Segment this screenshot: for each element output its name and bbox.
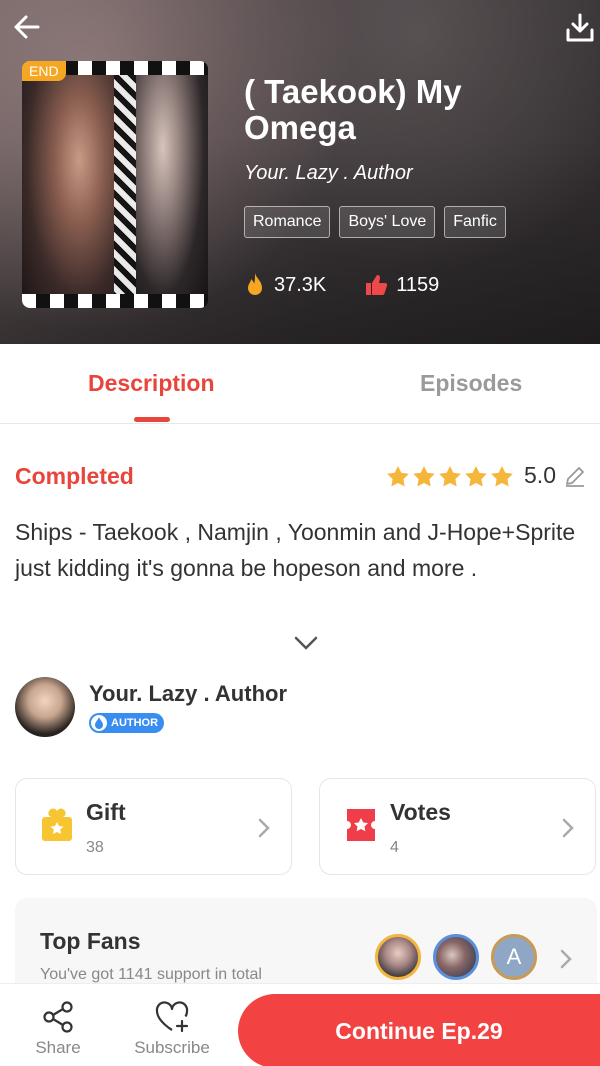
book-author[interactable]: Your. Lazy . Author — [244, 162, 413, 185]
book-title: ( Taekook) My Omega — [244, 73, 462, 146]
fan-avatar[interactable] — [375, 934, 421, 980]
heart-plus-icon — [155, 1001, 189, 1033]
author-name[interactable]: Your. Lazy . Author — [89, 681, 287, 707]
top-fans-subtitle: You've got 1141 support in total — [40, 966, 262, 983]
tag-list: Romance Boys' Love Fanfic — [244, 206, 506, 238]
back-arrow-icon[interactable] — [10, 10, 44, 44]
views-count: 37.3K — [274, 273, 327, 296]
tag-fanfic[interactable]: Fanfic — [444, 206, 506, 238]
author-row[interactable]: Your. Lazy . Author AUTHOR — [15, 677, 287, 737]
chevron-right-icon — [258, 818, 270, 838]
star-icon — [387, 465, 409, 486]
author-badge-label: AUTHOR — [111, 716, 159, 729]
star-icon — [413, 465, 435, 486]
subscribe-label: Subscribe — [134, 1038, 210, 1057]
tag-boys-love[interactable]: Boys' Love — [339, 206, 436, 238]
rating[interactable]: 5.0 — [386, 462, 586, 489]
book-description: Ships - Taekook , Namjin , Yoonmin and J… — [15, 519, 576, 581]
gift-icon — [42, 808, 72, 841]
download-icon[interactable] — [564, 12, 596, 44]
active-tab-indicator — [134, 417, 170, 422]
votes-title: Votes — [390, 799, 451, 825]
author-badge-icon — [91, 714, 107, 731]
bottom-action-bar: Share Subscribe Continue Ep.29 — [0, 983, 600, 1066]
thumbs-up-icon — [366, 275, 388, 295]
tab-episodes[interactable]: Episodes — [420, 370, 522, 397]
edit-pencil-icon[interactable] — [564, 465, 586, 487]
tab-description[interactable]: Description — [88, 370, 215, 397]
gift-card[interactable]: Gift 38 — [15, 778, 292, 875]
book-stats: 37.3K 1159 — [244, 272, 439, 298]
vote-ticket-icon — [347, 809, 375, 841]
fan-avatar[interactable] — [433, 934, 479, 980]
votes-count: 4 — [390, 839, 399, 856]
chevron-right-icon — [562, 818, 574, 838]
likes-count: 1159 — [396, 273, 440, 296]
star-icon — [439, 465, 461, 486]
author-avatar[interactable] — [15, 677, 75, 737]
gift-title: Gift — [86, 799, 126, 825]
top-fans-title: Top Fans — [40, 928, 141, 954]
content-tabs: Description Episodes — [0, 344, 600, 424]
continue-reading-button[interactable]: Continue Ep.29 — [238, 994, 600, 1066]
likes-stat: 1159 — [364, 274, 439, 297]
star-icon — [465, 465, 487, 486]
author-badge: AUTHOR — [89, 712, 165, 733]
tag-romance[interactable]: Romance — [244, 206, 331, 238]
rating-score: 5.0 — [524, 462, 556, 488]
fan-avatars: A — [375, 934, 537, 980]
fire-icon — [248, 273, 262, 295]
share-button[interactable]: Share — [24, 1000, 92, 1058]
share-icon — [43, 1001, 73, 1033]
chevron-right-icon — [560, 949, 572, 969]
book-header: END ( Taekook) My Omega Your. Lazy . Aut… — [0, 0, 600, 344]
subscribe-button[interactable]: Subscribe — [127, 1000, 217, 1058]
star-icon — [491, 465, 513, 486]
book-cover[interactable] — [22, 61, 208, 308]
end-badge: END — [22, 61, 66, 81]
chevron-down-icon[interactable] — [293, 634, 319, 652]
votes-card[interactable]: Votes 4 — [319, 778, 596, 875]
fan-avatar[interactable]: A — [491, 934, 537, 980]
share-label: Share — [35, 1038, 81, 1057]
completion-status: Completed — [15, 463, 134, 489]
views-stat: 37.3K — [244, 272, 326, 298]
gift-count: 38 — [86, 839, 104, 856]
